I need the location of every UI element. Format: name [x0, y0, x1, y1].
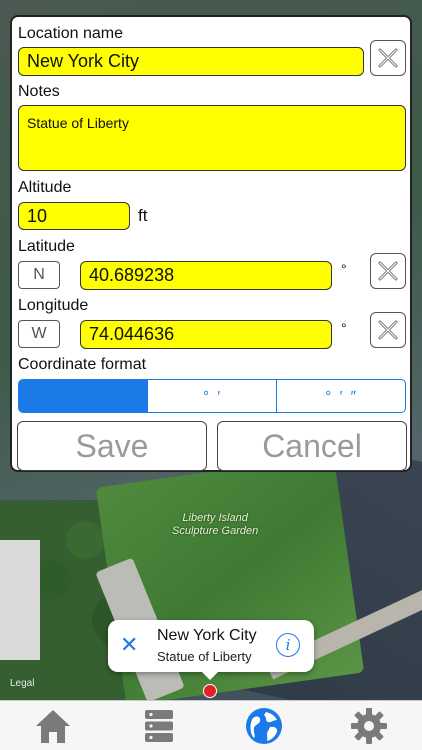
location-pin-icon[interactable] [203, 684, 217, 698]
callout-subtitle: Statue of Liberty [157, 649, 252, 664]
altitude-unit: ft [138, 206, 148, 225]
clear-longitude-button[interactable] [370, 312, 406, 348]
longitude-hemisphere-button[interactable]: W [18, 320, 60, 348]
latitude-label: Latitude [18, 238, 75, 255]
close-icon[interactable]: ✕ [120, 634, 138, 656]
notes-field[interactable]: Statue of Liberty [18, 105, 406, 171]
map-place-label: Liberty Island Sculpture Garden [172, 512, 258, 538]
format-decimal-segment[interactable] [19, 380, 147, 412]
save-button[interactable]: Save [17, 421, 207, 471]
home-icon [36, 710, 70, 743]
legal-link[interactable]: Legal [10, 678, 34, 689]
coordinate-format-segmented-control: ° ′ ° ′ ″ [18, 379, 406, 413]
clear-icon [378, 320, 398, 340]
latitude-field[interactable]: 40.689238 [80, 261, 332, 290]
gear-icon [351, 708, 387, 744]
map-place-label-line2: Sculpture Garden [172, 525, 259, 537]
format-degrees-minutes-seconds-segment[interactable]: ° ′ ″ [276, 380, 405, 412]
tab-list[interactable] [139, 706, 179, 746]
longitude-field[interactable]: 74.044636 [80, 320, 332, 349]
notes-label: Notes [18, 83, 60, 100]
clear-latitude-button[interactable] [370, 253, 406, 289]
format-degrees-minutes-segment[interactable]: ° ′ [147, 380, 276, 412]
map-place-label-line1: Liberty Island [182, 512, 248, 524]
longitude-degree-symbol: ° [341, 320, 347, 336]
tab-globe[interactable] [244, 706, 284, 746]
map-annotation-callout[interactable]: ✕ New York City Statue of Liberty i [108, 620, 314, 680]
list-icon [145, 710, 173, 742]
info-icon[interactable]: i [276, 633, 300, 657]
map-building [0, 540, 40, 660]
clear-icon [378, 261, 398, 281]
callout-title: New York City [157, 627, 257, 644]
longitude-label: Longitude [18, 297, 89, 314]
coordinate-format-label: Coordinate format [18, 356, 147, 373]
tab-home[interactable] [33, 706, 73, 746]
clear-location-name-button[interactable] [370, 40, 406, 76]
location-name-label: Location name [18, 25, 123, 42]
location-name-field[interactable]: New York City [18, 47, 364, 76]
latitude-hemisphere-button[interactable]: N [18, 261, 60, 289]
globe-icon [246, 708, 282, 744]
latitude-degree-symbol: ° [341, 261, 347, 277]
clear-icon [378, 48, 398, 68]
tab-settings[interactable] [349, 706, 389, 746]
tab-bar [0, 700, 422, 750]
altitude-field[interactable]: 10 [18, 202, 130, 230]
location-form-panel: Location name New York City Notes Statue… [10, 15, 412, 472]
cancel-button[interactable]: Cancel [217, 421, 407, 471]
altitude-label: Altitude [18, 179, 72, 196]
